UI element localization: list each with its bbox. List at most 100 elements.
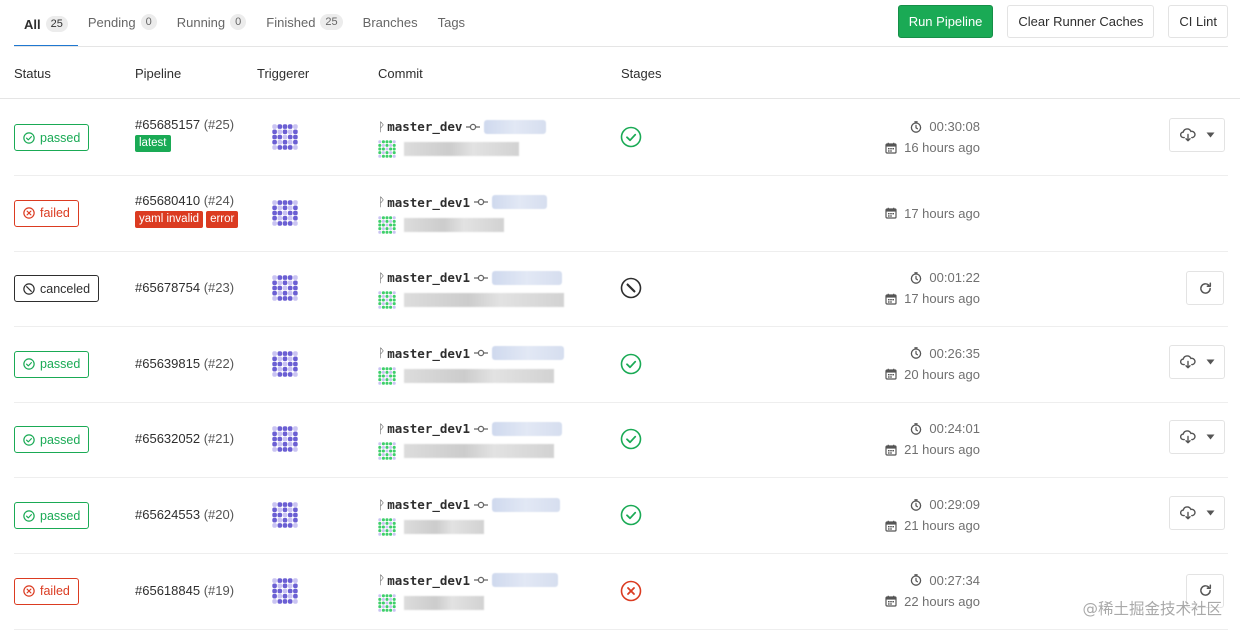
finished-at: 21 hours ago <box>820 439 980 460</box>
pipeline-link[interactable]: #65632052 (#21) <box>135 431 234 446</box>
pipeline-link[interactable]: #65680410 (#24) <box>135 193 238 208</box>
calendar-icon <box>885 293 904 305</box>
commit-ref-line: ᚹ master_dev1 <box>378 270 564 285</box>
clear-runner-caches-button[interactable]: Clear Runner Caches <box>1007 5 1155 38</box>
pipeline-row: failed #65618845 (#19) ᚹ master_dev1 00:27:3… <box>14 554 1228 630</box>
pipeline-link[interactable]: #65639815 (#22) <box>135 356 234 371</box>
triggerer-avatar[interactable] <box>272 502 298 531</box>
branch-link[interactable]: master_dev1 <box>387 497 470 512</box>
pipeline-label-badge: error <box>206 210 239 228</box>
artifacts-dropdown-button[interactable] <box>1169 118 1225 152</box>
artifacts-dropdown-button[interactable] <box>1169 420 1225 455</box>
pipeline-link[interactable]: #65685157 (#25) <box>135 117 234 132</box>
triggerer-avatar[interactable] <box>272 351 298 380</box>
calendar-icon <box>885 595 904 607</box>
tab-pending[interactable]: Pending 0 <box>78 0 167 44</box>
commit-title-link[interactable] <box>404 520 484 534</box>
caret-down-icon <box>1206 510 1215 516</box>
column-header-pipeline: Pipeline <box>135 66 182 81</box>
commit-sha-link[interactable] <box>492 346 564 361</box>
branch-link[interactable]: master_dev1 <box>387 270 470 285</box>
status-badge[interactable]: failed <box>14 577 79 605</box>
commit-author-avatar[interactable] <box>378 593 396 612</box>
run-pipeline-button[interactable]: Run Pipeline <box>897 5 994 38</box>
commit-author-avatar[interactable] <box>378 367 396 385</box>
status-badge[interactable]: canceled <box>14 275 100 303</box>
status-badge[interactable]: passed <box>14 350 90 378</box>
triggerer-avatar[interactable] <box>272 577 298 607</box>
tab-all[interactable]: All 25 <box>14 0 78 47</box>
stage-passed-icon[interactable] <box>620 353 642 378</box>
finished-value: 21 hours ago <box>904 518 980 533</box>
pipeline-link[interactable]: #65678754 (#23) <box>135 280 234 295</box>
clock-icon <box>910 574 929 586</box>
status-badge[interactable]: passed <box>14 426 90 454</box>
branch-link[interactable]: master_dev1 <box>387 195 470 210</box>
stage-passed-icon[interactable] <box>620 428 642 453</box>
pipeline-id: #65685157 <box>135 117 201 132</box>
commit-sha-link[interactable] <box>492 421 562 436</box>
tab-branches[interactable]: Branches <box>353 0 428 44</box>
pipeline-link[interactable]: #65618845 (#19) <box>135 583 234 598</box>
commit-author-avatar[interactable] <box>378 140 396 158</box>
commit-sha-link[interactable] <box>492 195 547 210</box>
triggerer-avatar[interactable] <box>272 426 298 455</box>
tab-tags[interactable]: Tags <box>428 0 475 44</box>
branch-icon: ᚹ <box>378 497 386 512</box>
branch-link[interactable]: master_dev1 <box>387 573 470 588</box>
caret-down-icon <box>1206 132 1215 138</box>
commit-author-avatar[interactable] <box>378 442 396 461</box>
commit-icon <box>474 349 488 357</box>
stage-canceled-icon[interactable] <box>620 277 642 302</box>
ci-lint-button[interactable]: CI Lint <box>1168 5 1228 38</box>
triggerer-avatar[interactable] <box>272 275 298 304</box>
commit-sha-link[interactable] <box>492 573 558 588</box>
commit-author-avatar[interactable] <box>378 215 396 234</box>
status-badge[interactable]: passed <box>14 502 90 529</box>
commit-title-link[interactable] <box>404 142 519 156</box>
commit-sha-link[interactable] <box>492 270 562 285</box>
commit-message-line <box>378 367 564 385</box>
commit-cell: ᚹ master_dev1 <box>378 421 562 461</box>
stage-passed-icon[interactable] <box>620 126 642 151</box>
commit-icon <box>466 123 481 131</box>
commit-title-link[interactable] <box>404 368 554 383</box>
finished-value: 16 hours ago <box>904 140 980 155</box>
status-label: failed <box>40 206 70 221</box>
status-cell: canceled <box>14 275 100 303</box>
artifacts-dropdown-button[interactable] <box>1169 496 1225 530</box>
tab-label: Pending <box>87 14 136 30</box>
commit-author-avatar[interactable] <box>378 518 396 536</box>
stage-passed-icon[interactable] <box>620 504 642 529</box>
branch-link[interactable]: master_dev1 <box>387 346 470 361</box>
tab-running[interactable]: Running 0 <box>167 0 257 44</box>
pipeline-iid: (#23) <box>203 280 235 296</box>
triggerer-avatar[interactable] <box>272 124 298 153</box>
tab-finished[interactable]: Finished 25 <box>256 0 352 44</box>
commit-sha-link[interactable] <box>484 119 547 134</box>
clock-icon <box>910 271 929 284</box>
stage-failed-icon[interactable] <box>620 580 642 605</box>
caret-down-icon <box>1206 359 1215 365</box>
commit-sha-link[interactable] <box>492 497 560 512</box>
commit-author-avatar[interactable] <box>378 291 396 309</box>
scope-tabs: All 25 Pending 0 Running 0 Finished 25 Branc… <box>14 0 475 47</box>
triggerer-avatar[interactable] <box>272 199 298 229</box>
finished-value: 17 hours ago <box>904 291 980 307</box>
status-badge[interactable]: failed <box>14 199 79 227</box>
branch-link[interactable]: master_dev1 <box>387 421 470 436</box>
artifacts-dropdown-button[interactable] <box>1169 344 1225 379</box>
commit-cell: ᚹ master_dev1 <box>378 573 558 612</box>
commit-title-link[interactable] <box>404 217 504 232</box>
commit-title-link[interactable] <box>404 444 554 459</box>
branch-link[interactable]: master_dev <box>387 119 462 134</box>
tab-count: 0 <box>140 14 157 30</box>
commit-title-link[interactable] <box>404 293 564 308</box>
status-badge[interactable]: passed <box>14 124 90 151</box>
pipeline-link[interactable]: #65624553 (#20) <box>135 507 234 522</box>
pipeline-cell: #65639815 (#22) <box>135 356 234 371</box>
pipeline-actions: Run Pipeline Clear Runner Caches CI Lint <box>897 5 1228 38</box>
passed-status-icon <box>23 358 40 371</box>
commit-title-link[interactable] <box>404 595 484 610</box>
retry-pipeline-button[interactable] <box>1186 271 1224 306</box>
